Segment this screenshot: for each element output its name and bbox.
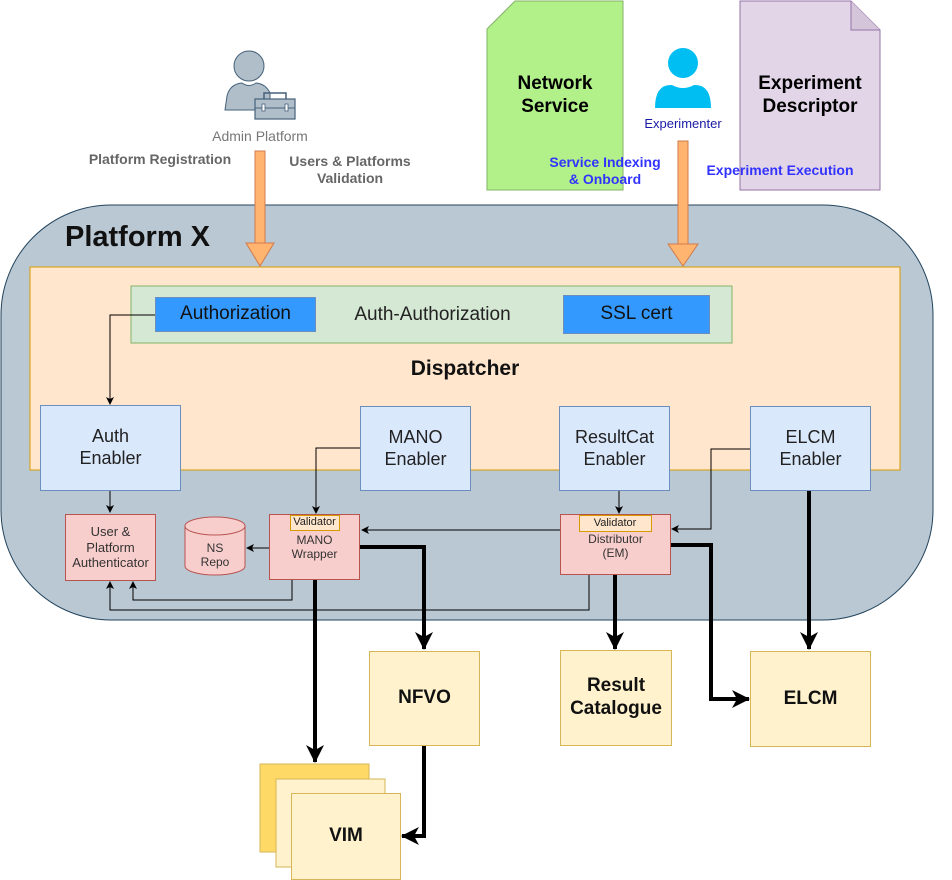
user-platform-authenticator[interactable]: User & Platform Authenticator: [65, 514, 156, 581]
mano-enabler-line1: MANO: [388, 426, 443, 447]
platform-registration-label: Platform Registration: [88, 150, 232, 167]
ssl-cert-box[interactable]: SSL cert: [563, 295, 710, 334]
mano-wrapper-validator[interactable]: Validator: [289, 515, 340, 531]
auth-enabler[interactable]: Auth Enabler: [40, 405, 181, 491]
service-indexing-line2: & Onboard: [568, 171, 642, 187]
dispatcher-title: Dispatcher: [410, 357, 520, 381]
authenticator-line2: Platform: [86, 539, 135, 555]
result-catalogue-line1: Result: [586, 675, 646, 697]
mano-enabler-line2: Enabler: [384, 448, 447, 469]
network-service-line1: Network: [517, 73, 593, 95]
resultcat-enabler-line2: Enabler: [583, 448, 646, 469]
admin-user-toolbox-icon: [224, 50, 296, 120]
authenticator-line1: User &: [90, 524, 131, 540]
experiment-descriptor-label: Experiment Descriptor: [742, 72, 878, 120]
result-catalogue-box[interactable]: Result Catalogue: [560, 650, 672, 746]
authorization-box[interactable]: Authorization: [155, 297, 316, 332]
ns-repo-label[interactable]: NS Repo: [185, 538, 245, 572]
auth-authorization-label: Auth-Authorization: [354, 303, 511, 325]
elcm-enabler-line1: ELCM: [785, 426, 836, 447]
auth-enabler-line2: Enabler: [79, 448, 142, 468]
nfvo-box[interactable]: NFVO: [369, 651, 480, 746]
authenticator-line3: Authenticator: [72, 555, 149, 571]
mano-wrapper[interactable]: Validator MANO Wrapper: [269, 514, 360, 580]
distributor-line2: (EM): [602, 546, 629, 561]
admin-platform-label: Admin Platform: [212, 127, 308, 144]
auth-enabler-line1: Auth: [91, 426, 130, 447]
ns-repo-line2: Repo: [200, 555, 230, 569]
network-service-line2: Service: [521, 96, 589, 117]
ns-repo-line1: NS: [206, 540, 224, 555]
mano-enabler[interactable]: MANO Enabler: [360, 406, 471, 491]
result-catalogue-line2: Catalogue: [570, 698, 662, 719]
network-service-label: Network Service: [490, 72, 620, 120]
service-indexing-line1: Service Indexing: [549, 154, 661, 171]
service-indexing-label: Service Indexing & Onboard: [535, 153, 675, 189]
mano-wrapper-line1: MANO: [296, 533, 333, 547]
resultcat-enabler-line1: ResultCat: [574, 426, 655, 447]
users-platforms-validation-line2: Validation: [316, 170, 384, 186]
elcm-enabler[interactable]: ELCM Enabler: [750, 406, 871, 491]
elcm-enabler-line2: Enabler: [779, 448, 842, 469]
platform-x-title: Platform X: [65, 220, 211, 253]
distributor-validator[interactable]: Validator: [578, 515, 652, 532]
vim-box[interactable]: VIM: [291, 793, 401, 880]
resultcat-enabler[interactable]: ResultCat Enabler: [559, 406, 670, 491]
experiment-descriptor-line2: Descriptor: [762, 96, 858, 117]
users-platforms-validation-line1: Users & Platforms: [289, 153, 411, 170]
elcm-box[interactable]: ELCM: [750, 651, 871, 747]
experiment-descriptor-line1: Experiment: [758, 73, 862, 95]
experiment-execution-label: Experiment Execution: [706, 161, 854, 178]
mano-wrapper-line2: Wrapper: [291, 547, 338, 562]
distributor-line1: Distributor: [588, 532, 643, 546]
experimenter-user-icon: [655, 48, 711, 108]
experimenter-label: Experimenter: [644, 116, 722, 132]
nfvo-to-vim-connector: [401, 746, 426, 845]
distributor-em[interactable]: Validator Distributor (EM): [560, 514, 671, 575]
users-platforms-validation-label: Users & Platforms Validation: [275, 152, 425, 188]
